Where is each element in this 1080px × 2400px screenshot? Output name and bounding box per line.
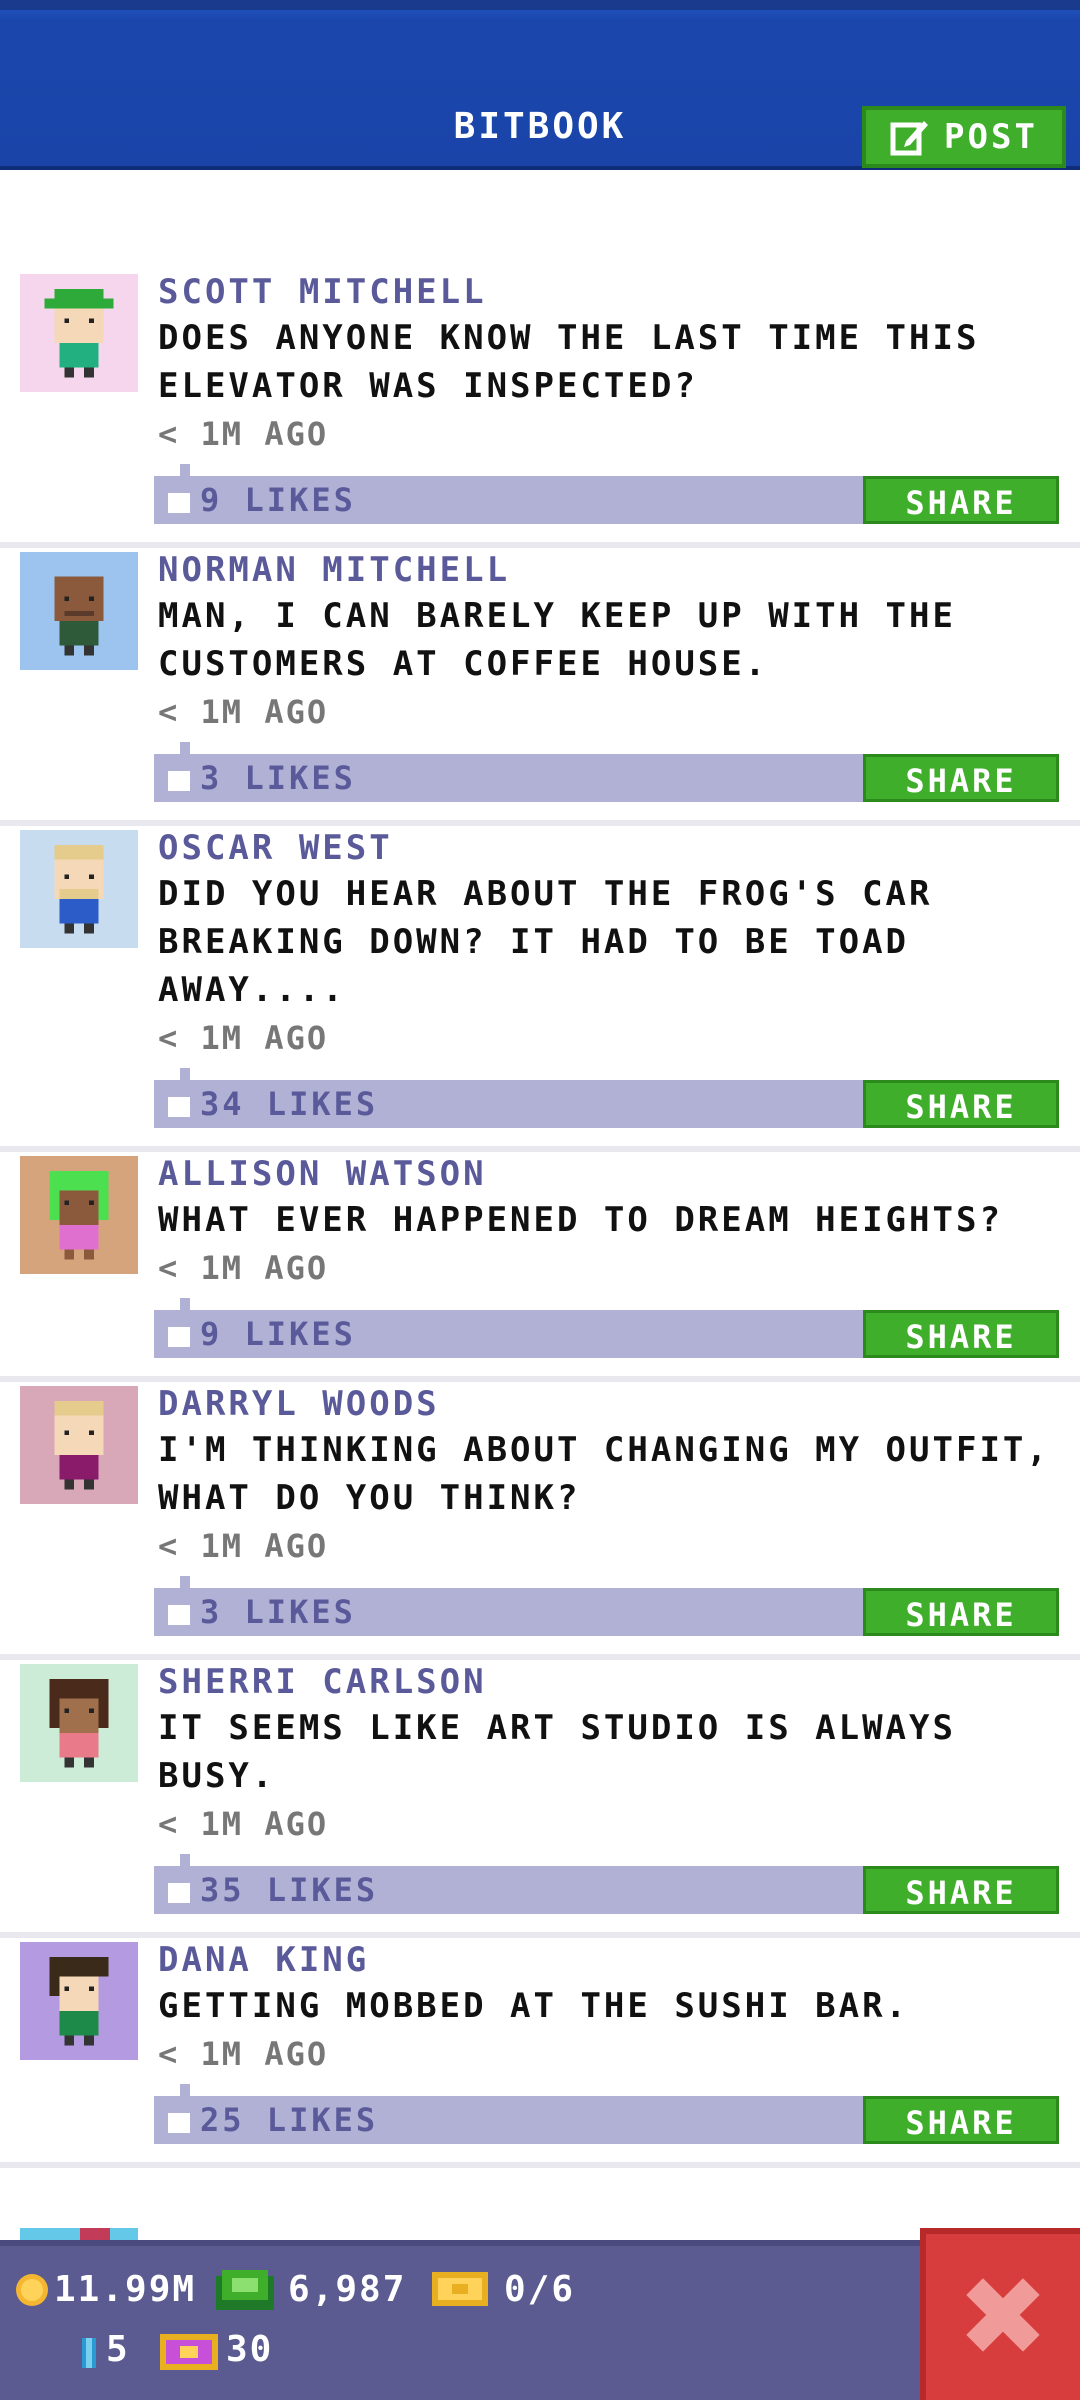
post-item: DARRYL WOODS I'M THINKING ABOUT CHANGING…: [0, 1382, 1080, 1660]
post-item: OSCAR WEST DID YOU HEAR ABOUT THE FROG'S…: [0, 826, 1080, 1152]
share-button[interactable]: SHARE: [863, 1310, 1059, 1358]
share-button[interactable]: SHARE: [863, 476, 1059, 524]
post-time: < 1M AGO: [158, 1805, 329, 1843]
author-name[interactable]: SCOTT MITCHELL: [158, 270, 1080, 314]
like-button[interactable]: 25 LIKES: [168, 2096, 378, 2144]
resource-bar: 11.99M 6,987 0/6 5 30: [0, 2240, 1080, 2400]
post-item: ALLISON WATSON WHAT EVER HAPPENED TO DRE…: [0, 1152, 1080, 1382]
close-icon: ✖: [956, 2253, 1050, 2381]
post-message: DID YOU HEAR ABOUT THE FROG'S CAR BREAKI…: [158, 874, 933, 1010]
like-button[interactable]: 34 LIKES: [168, 1080, 378, 1128]
post-message: I'M THINKING ABOUT CHANGING MY OUTFIT, W…: [158, 1430, 1050, 1518]
thumbs-up-icon: [168, 1327, 190, 1347]
next-avatar-peek: [20, 2228, 138, 2240]
post-time: < 1M AGO: [158, 693, 329, 731]
post-item: SHERRI CARLSON IT SEEMS LIKE ART STUDIO …: [0, 1660, 1080, 1938]
post-message: DOES ANYONE KNOW THE LAST TIME THIS ELEV…: [158, 318, 980, 406]
like-count: 9 LIKES: [200, 1315, 356, 1353]
like-bar: 3 LIKES SHARE: [154, 1576, 1059, 1636]
author-name[interactable]: DANA KING: [158, 1938, 1080, 1982]
avatar[interactable]: [20, 1942, 138, 2060]
like-bar: 3 LIKES SHARE: [154, 742, 1059, 802]
post-time: < 1M AGO: [158, 415, 329, 453]
compose-icon: [890, 121, 929, 156]
post-button-label: POST: [944, 117, 1038, 157]
thumbs-up-icon: [168, 493, 190, 513]
like-bar: 35 LIKES SHARE: [154, 1854, 1059, 1914]
avatar[interactable]: [20, 274, 138, 392]
avatar[interactable]: [20, 1386, 138, 1504]
post-button[interactable]: POST: [862, 106, 1066, 168]
like-count: 3 LIKES: [200, 759, 356, 797]
bux-value: 6,987: [288, 2269, 407, 2310]
like-bar: 25 LIKES SHARE: [154, 2084, 1059, 2144]
share-button[interactable]: SHARE: [863, 754, 1059, 802]
author-name[interactable]: DARRYL WOODS: [158, 1382, 1080, 1426]
thumbs-up-icon: [168, 2113, 190, 2133]
post-message: MAN, I CAN BARELY KEEP UP WITH THE CUSTO…: [158, 596, 956, 684]
close-button[interactable]: ✖: [920, 2228, 1080, 2400]
post-time: < 1M AGO: [158, 2035, 329, 2073]
post-time: < 1M AGO: [158, 1249, 329, 1287]
vip-icon: [160, 2334, 218, 2370]
author-name[interactable]: ALLISON WATSON: [158, 1152, 1080, 1196]
coin-icon: [16, 2274, 48, 2306]
post-message: GETTING MOBBED AT THE SUSHI BAR.: [158, 1986, 910, 2026]
like-button[interactable]: 3 LIKES: [168, 1588, 356, 1636]
post-item: SCOTT MITCHELL DOES ANYONE KNOW THE LAST…: [0, 270, 1080, 548]
thumbs-up-icon: [168, 1883, 190, 1903]
like-button[interactable]: 9 LIKES: [168, 476, 356, 524]
vip-value: 30: [226, 2329, 274, 2370]
like-button[interactable]: 9 LIKES: [168, 1310, 356, 1358]
post-message: WHAT EVER HAPPENED TO DREAM HEIGHTS?: [158, 1200, 1003, 1240]
post-message: IT SEEMS LIKE ART STUDIO IS ALWAYS BUSY.: [158, 1708, 956, 1796]
share-button[interactable]: SHARE: [863, 1080, 1059, 1128]
avatar[interactable]: [20, 830, 138, 948]
avatar[interactable]: [20, 1156, 138, 1274]
coins-value: 11.99M: [54, 2269, 197, 2310]
key-icon: [82, 2338, 96, 2368]
avatar[interactable]: [20, 552, 138, 670]
author-name[interactable]: SHERRI CARLSON: [158, 1660, 1080, 1704]
next-avatar-peek-detail: [80, 2228, 110, 2240]
like-count: 35 LIKES: [200, 1871, 379, 1909]
app-header: BITBOOK POST: [0, 0, 1080, 170]
like-bar: 9 LIKES SHARE: [154, 1298, 1059, 1358]
like-button[interactable]: 3 LIKES: [168, 754, 356, 802]
like-bar: 34 LIKES SHARE: [154, 1068, 1059, 1128]
author-name[interactable]: NORMAN MITCHELL: [158, 548, 1080, 592]
like-button[interactable]: 35 LIKES: [168, 1866, 378, 1914]
thumbs-up-icon: [168, 1097, 190, 1117]
thumbs-up-icon: [168, 771, 190, 791]
share-button[interactable]: SHARE: [863, 2096, 1059, 2144]
keys-value: 5: [106, 2329, 130, 2370]
post-item: NORMAN MITCHELL MAN, I CAN BARELY KEEP U…: [0, 548, 1080, 826]
post-time: < 1M AGO: [158, 1527, 329, 1565]
ticket-icon: [432, 2272, 488, 2306]
like-count: 9 LIKES: [200, 481, 356, 519]
author-name[interactable]: OSCAR WEST: [158, 826, 1080, 870]
post-feed[interactable]: SCOTT MITCHELL DOES ANYONE KNOW THE LAST…: [0, 270, 1080, 2168]
post-time: < 1M AGO: [158, 1019, 329, 1057]
post-item: DANA KING GETTING MOBBED AT THE SUSHI BA…: [0, 1938, 1080, 2168]
like-count: 3 LIKES: [200, 1593, 356, 1631]
avatar[interactable]: [20, 1664, 138, 1782]
like-count: 25 LIKES: [200, 2101, 379, 2139]
like-bar: 9 LIKES SHARE: [154, 464, 1059, 524]
tickets-value: 0/6: [504, 2269, 576, 2310]
share-button[interactable]: SHARE: [863, 1588, 1059, 1636]
like-count: 34 LIKES: [200, 1085, 379, 1123]
share-button[interactable]: SHARE: [863, 1866, 1059, 1914]
bux-icon: [216, 2270, 274, 2310]
thumbs-up-icon: [168, 1605, 190, 1625]
